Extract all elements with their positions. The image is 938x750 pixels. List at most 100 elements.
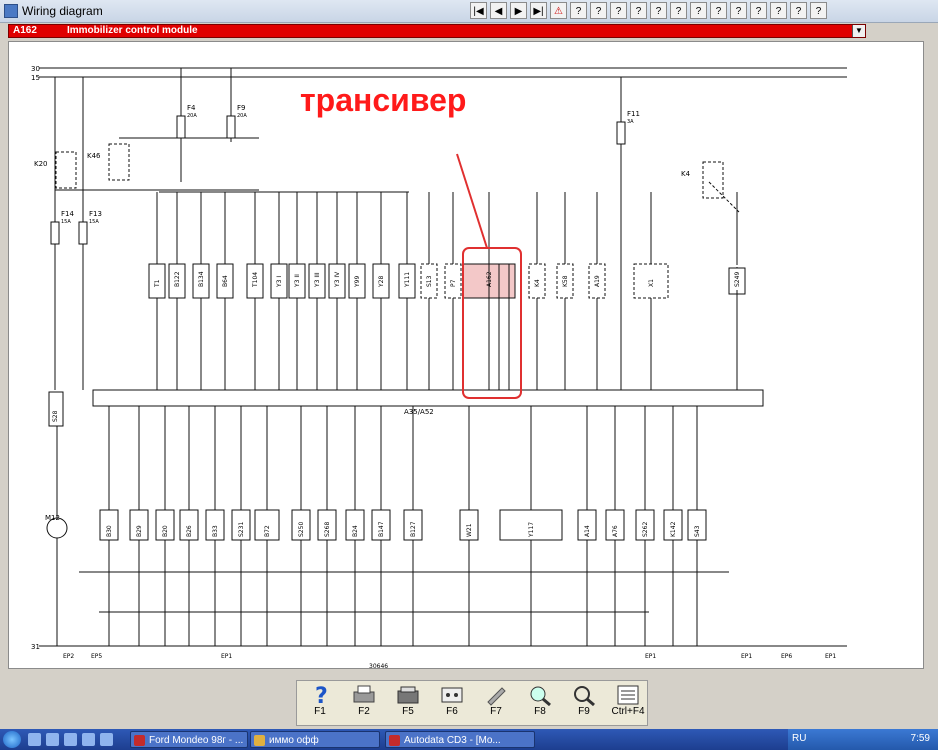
component-label: B122 bbox=[174, 271, 181, 287]
connector-label: A35/A52 bbox=[404, 408, 434, 416]
component-label: S250 bbox=[298, 522, 305, 537]
fuse bbox=[50, 221, 60, 245]
component-label: B134 bbox=[198, 271, 205, 287]
component-label: S13 bbox=[426, 275, 433, 287]
toolbar-button-10[interactable]: ? bbox=[650, 2, 667, 19]
toolbar-button-1[interactable]: |◀ bbox=[470, 2, 487, 19]
taskbar-item[interactable]: Ford Mondeo 98г - ... bbox=[130, 731, 248, 748]
ground-label: EP5 bbox=[91, 653, 102, 660]
toolbar-button-2[interactable]: ◀ bbox=[490, 2, 507, 19]
fuse-id: F11 bbox=[627, 110, 640, 118]
toolbar-button-15[interactable]: ? bbox=[750, 2, 767, 19]
ground-label: EP1 bbox=[645, 653, 656, 660]
component-label: K58 bbox=[562, 275, 569, 287]
quick-launch-icon[interactable] bbox=[82, 733, 95, 746]
component-label: Y28 bbox=[378, 276, 385, 288]
connector-block bbox=[92, 389, 764, 407]
start-button[interactable] bbox=[3, 731, 21, 748]
toolbar-button-14[interactable]: ? bbox=[730, 2, 747, 19]
relay bbox=[55, 151, 77, 189]
fkey-f5[interactable]: F5 bbox=[387, 682, 429, 724]
fuse bbox=[78, 221, 88, 245]
module-selector[interactable]: A162 Immobilizer control module ▼ bbox=[8, 24, 866, 38]
relay-label: K4 bbox=[681, 170, 691, 178]
rail-label: 31 bbox=[31, 643, 40, 651]
component-label: Y111 bbox=[404, 272, 411, 288]
component-label: Y99 bbox=[354, 276, 361, 288]
component-label: Y3 I bbox=[276, 276, 283, 288]
magnify-icon bbox=[570, 684, 598, 707]
toolbar-button-16[interactable]: ? bbox=[770, 2, 787, 19]
fuse-id: F13 bbox=[89, 210, 102, 218]
taskbar-item-label: Autodata CD3 - [Mo... bbox=[404, 735, 501, 746]
list-icon bbox=[614, 684, 642, 706]
taskbar-app-icon bbox=[134, 735, 145, 746]
component-label: Y3 IV bbox=[334, 271, 341, 288]
toolbar-button-6[interactable]: ? bbox=[570, 2, 587, 19]
toolbar-button-18[interactable]: ? bbox=[810, 2, 827, 19]
fkey-f9[interactable]: F9 bbox=[563, 682, 605, 724]
toolbar-button-11[interactable]: ? bbox=[670, 2, 687, 19]
quick-launch-icon[interactable] bbox=[46, 733, 59, 746]
language-indicator[interactable]: RU bbox=[792, 733, 806, 744]
help-icon: ? bbox=[306, 684, 334, 709]
component-label: S249 bbox=[734, 272, 741, 287]
fuse-id: F9 bbox=[237, 104, 245, 112]
ground-label: EP6 bbox=[781, 653, 792, 660]
component-label: S268 bbox=[324, 522, 331, 537]
component-label: S262 bbox=[642, 522, 649, 537]
toolbar-button-9[interactable]: ? bbox=[630, 2, 647, 19]
wiring-diagram: 30 15 31 A35/A52 F4 20A F9 20A F11 3A F14 15A F13 15A… bbox=[8, 41, 924, 669]
toolbar-button-5[interactable]: ⚠ bbox=[550, 2, 567, 19]
fuse bbox=[616, 121, 626, 145]
annotation-label: трансивер bbox=[300, 82, 467, 118]
relay-label: K46 bbox=[87, 152, 101, 160]
fkey-f2[interactable]: F2 bbox=[343, 682, 385, 724]
component-label: T1 bbox=[154, 279, 161, 288]
zoom-diagram-icon bbox=[526, 684, 554, 707]
chevron-down-icon[interactable]: ▼ bbox=[852, 25, 865, 37]
taskbar-item[interactable]: иммо офф bbox=[250, 731, 380, 748]
rail-label: 30 bbox=[31, 65, 40, 73]
relay bbox=[108, 143, 130, 181]
component-label: K4 bbox=[534, 279, 541, 287]
connector-icon bbox=[438, 684, 466, 706]
ground-label: EP1 bbox=[741, 653, 752, 660]
motor-label: M12 bbox=[45, 514, 60, 522]
fkey-label: F5 bbox=[402, 706, 414, 717]
fuse-rating: 15A bbox=[61, 219, 71, 225]
component-label: Y3 II bbox=[294, 274, 301, 288]
component-label: T104 bbox=[252, 272, 259, 288]
quick-launch-icon[interactable] bbox=[28, 733, 41, 746]
ground-label: EP1 bbox=[825, 653, 836, 660]
fkey-f7[interactable]: F7 bbox=[475, 682, 517, 724]
quick-launch-icon[interactable] bbox=[64, 733, 77, 746]
toolbar-button-17[interactable]: ? bbox=[790, 2, 807, 19]
component-label: B127 bbox=[410, 521, 417, 537]
toolbar-button-13[interactable]: ? bbox=[710, 2, 727, 19]
component-label: B26 bbox=[186, 525, 193, 537]
component-label: B64 bbox=[222, 275, 229, 287]
toolbar-button-8[interactable]: ? bbox=[610, 2, 627, 19]
relay-label: K20 bbox=[34, 160, 48, 168]
module-name: Immobilizer control module bbox=[67, 25, 198, 36]
diagram-code: 30646 bbox=[369, 663, 388, 668]
component-label: X1 bbox=[648, 279, 655, 287]
toolbar-button-12[interactable]: ? bbox=[690, 2, 707, 19]
app-icon bbox=[4, 4, 18, 18]
toolbar-button-7[interactable]: ? bbox=[590, 2, 607, 19]
toolbar-button-4[interactable]: ▶| bbox=[530, 2, 547, 19]
component-label: B20 bbox=[162, 525, 169, 537]
taskbar-app-icon bbox=[254, 735, 265, 746]
component-label: B29 bbox=[136, 525, 143, 537]
component-label: B24 bbox=[352, 525, 359, 537]
component-label: B30 bbox=[106, 525, 113, 537]
component-label: B72 bbox=[264, 525, 271, 537]
quick-launch-icon[interactable] bbox=[100, 733, 113, 746]
fkey-f8[interactable]: F8 bbox=[519, 682, 561, 724]
taskbar-item[interactable]: Autodata CD3 - [Mo... bbox=[385, 731, 535, 748]
fkey-f1[interactable]: ? F1 bbox=[299, 682, 341, 724]
toolbar-button-3[interactable]: ▶ bbox=[510, 2, 527, 19]
fkey-f6[interactable]: F6 bbox=[431, 682, 473, 724]
fkey-ctrl-f4[interactable]: Ctrl+F4 bbox=[607, 682, 649, 724]
